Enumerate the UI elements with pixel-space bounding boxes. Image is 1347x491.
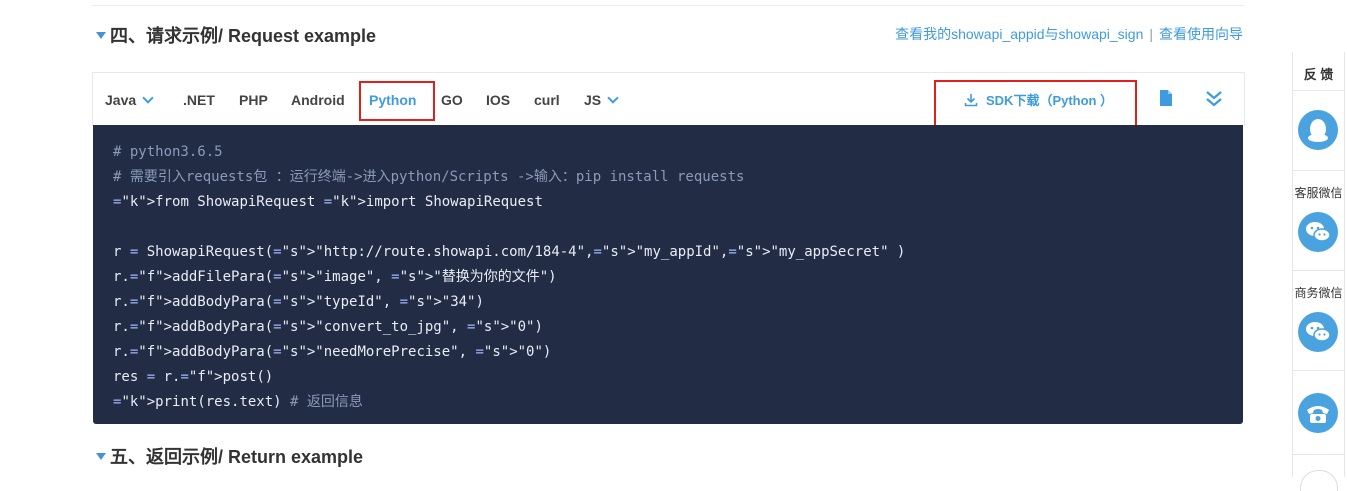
qq-icon [1298,110,1338,150]
code-line-11: ="k">print(res.text) # 返回信息 [113,394,363,410]
code-line-1: # python3.6.5 [113,144,223,160]
triangle-down-icon [96,452,106,460]
double-chevron-down-icon [1206,91,1222,107]
tab-curl[interactable]: curl [534,91,560,109]
code-line-9: r.="f">addBodyPara(="s">"needMorePrecise… [113,344,552,360]
service-wechat-label: 客服微信 [1294,186,1343,200]
service-wechat-item[interactable]: 客服微信 [1293,170,1344,271]
code-line-10: res = r.="f">post() [113,369,274,385]
tab-label: JS [584,92,602,108]
tab-label: Java [105,92,137,108]
tab-label: .NET [183,92,215,108]
section-request-example-title: 四、请求示例/ Request example [96,22,376,48]
phone-icon [1298,393,1338,433]
tab-label: Android [291,92,345,108]
tab-js[interactable]: JS [584,91,619,109]
code-line-2: # 需要引入requests包 ：运行终端->进入python/Scripts … [113,169,745,185]
appid-sign-link[interactable]: 查看我的showapi_appid与showapi_sign [895,24,1143,44]
section-title-text: 五、返回示例/ Return example [110,447,364,467]
copy-document-button[interactable] [1159,89,1173,112]
qq-item[interactable] [1293,90,1344,171]
code-line-5: r = ShowapiRequest(="s">"http://route.sh… [113,244,906,260]
code-line-3: ="k">from ShowapiRequest ="k">import Sho… [113,194,543,210]
tab-go[interactable]: GO [441,91,463,109]
wechat-icon [1298,312,1338,352]
top-divider [92,0,1244,6]
tab-android[interactable]: Android [291,91,345,109]
collapse-button[interactable] [1204,90,1224,113]
section-return-example-title: 五、返回示例/ Return example [96,443,363,469]
tab-label: IOS [486,92,511,108]
code-line-7: r.="f">addBodyPara(="s">"typeId", ="s">"… [113,294,484,310]
language-tabs-bar: Java .NET PHP Android Python GO IOS curl… [92,72,1245,148]
business-wechat-label: 商务微信 [1294,286,1343,300]
tab-java[interactable]: Java [105,91,154,109]
usage-guide-link[interactable]: 查看使用向导 [1159,24,1243,44]
tab-dotnet[interactable]: .NET [183,91,215,109]
code-line-8: r.="f">addBodyPara(="s">"convert_to_jpg"… [113,319,543,335]
business-wechat-item[interactable]: 商务微信 [1293,270,1344,371]
phone-item[interactable] [1293,370,1344,455]
section-title-text: 四、请求示例/ Request example [110,26,377,46]
document-icon [1160,90,1172,106]
more-icon[interactable] [1300,470,1338,491]
floating-contact-sidebar: 反 馈 客服微信 商务微信 [1292,52,1345,491]
triangle-down-icon [96,31,106,39]
tab-ios[interactable]: IOS [486,91,510,109]
chevron-down-icon [142,92,154,104]
code-line-6: r.="f">addFilePara(="s">"image", ="s">"替… [113,269,557,285]
wechat-icon [1298,212,1338,252]
tab-label: curl [534,92,560,108]
top-links: 查看我的showapi_appid与showapi_sign | 查看使用向导 [895,24,1243,44]
feedback-label: 反 馈 [1303,67,1334,82]
link-separator: | [1149,26,1153,42]
chevron-down-icon [607,92,619,104]
code-text: # python3.6.5 # 需要引入requests包 ：运行终端->进入p… [93,125,1243,415]
tab-php[interactable]: PHP [239,91,268,109]
feedback-item[interactable]: 反 馈 [1293,52,1344,91]
tab-label: GO [441,92,463,108]
code-block: # python3.6.5 # 需要引入requests包 ：运行终端->进入p… [93,125,1243,424]
tab-label: PHP [239,92,268,108]
python-tab-highlight [359,81,435,121]
